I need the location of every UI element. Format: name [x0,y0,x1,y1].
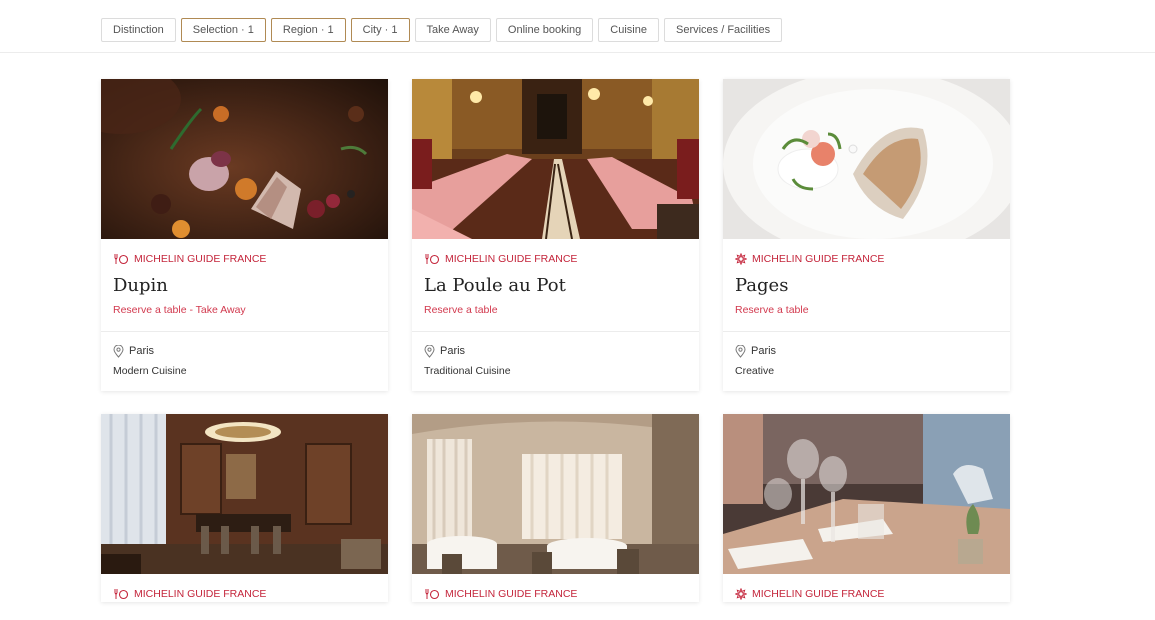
wood-paneled-room-photo[interactable] [101,414,388,574]
bib-gourmand-icon [114,254,129,265]
guide-label: MICHELIN GUIDE FRANCE [113,586,376,602]
wine-glasses-table-photo[interactable] [723,414,1010,574]
restaurant-name[interactable]: Dupin [113,275,376,299]
guide-label: MICHELIN GUIDE FRANCE [424,586,687,602]
guide-text: MICHELIN GUIDE FRANCE [134,588,267,600]
guide-label: MICHELIN GUIDE FRANCE [113,251,376,267]
guide-label: MICHELIN GUIDE FRANCE [424,251,687,267]
location-pin-icon [113,344,124,358]
bib-gourmand-icon [425,254,440,265]
booking-options[interactable]: Reserve a table [735,304,998,320]
restaurant-card[interactable]: MICHELIN GUIDE FRANCE [101,414,388,602]
restaurant-card[interactable]: MICHELIN GUIDE FRANCE [412,414,699,602]
location: Paris [113,343,376,359]
city-text: Paris [751,345,777,357]
dining-room-photo[interactable] [412,79,699,239]
guide-text: MICHELIN GUIDE FRANCE [752,253,885,265]
guide-text: MICHELIN GUIDE FRANCE [752,588,885,600]
cuisine-type: Modern Cuisine [113,365,187,377]
restaurant-card[interactable]: MICHELIN GUIDE FRANCE Dupin Reserve a ta… [101,79,388,391]
restaurant-name[interactable]: Pages [735,275,998,299]
guide-label: MICHELIN GUIDE FRANCE [735,251,998,267]
bib-gourmand-icon [114,589,129,600]
bib-gourmand-icon [425,589,440,600]
restaurant-card[interactable]: MICHELIN GUIDE FRANCE La Poule au Pot Re… [412,79,699,391]
michelin-plate-icon [735,588,747,600]
filter-chips: Distinction Selection · 1 Region · 1 Cit… [101,18,783,42]
booking-options[interactable]: Reserve a table - Take Away [113,304,376,320]
city-text: Paris [129,345,155,357]
location-pin-icon [735,344,746,358]
location: Paris [735,343,998,359]
guide-text: MICHELIN GUIDE FRANCE [445,588,578,600]
filter-city[interactable]: City · 1 [350,18,410,42]
restaurant-card[interactable]: MICHELIN GUIDE FRANCE Pages Reserve a ta… [723,79,1010,391]
guide-text: MICHELIN GUIDE FRANCE [134,253,267,265]
filter-selection[interactable]: Selection · 1 [180,18,266,42]
white-plate-dish-photo[interactable] [723,79,1010,239]
michelin-plate-icon [735,253,747,265]
plated-dish-photo[interactable] [101,79,388,239]
city-text: Paris [440,345,466,357]
filter-bar: Distinction Selection · 1 Region · 1 Cit… [0,0,1155,53]
filter-cuisine[interactable]: Cuisine [598,18,659,42]
filter-distinction[interactable]: Distinction [101,18,176,42]
restaurant-card[interactable]: MICHELIN GUIDE FRANCE [723,414,1010,602]
restaurant-name[interactable]: La Poule au Pot [424,275,687,299]
cuisine-type: Creative [735,365,775,377]
guide-text: MICHELIN GUIDE FRANCE [445,253,578,265]
filter-region[interactable]: Region · 1 [270,18,346,42]
white-dining-room-photo[interactable] [412,414,699,574]
cuisine-type: Traditional Cuisine [424,365,511,377]
filter-online-booking[interactable]: Online booking [495,18,594,42]
filter-services-facilities[interactable]: Services / Facilities [663,18,783,42]
filter-take-away[interactable]: Take Away [414,18,491,42]
booking-options[interactable]: Reserve a table [424,304,687,320]
location: Paris [424,343,687,359]
guide-label: MICHELIN GUIDE FRANCE [735,586,998,602]
location-pin-icon [424,344,435,358]
